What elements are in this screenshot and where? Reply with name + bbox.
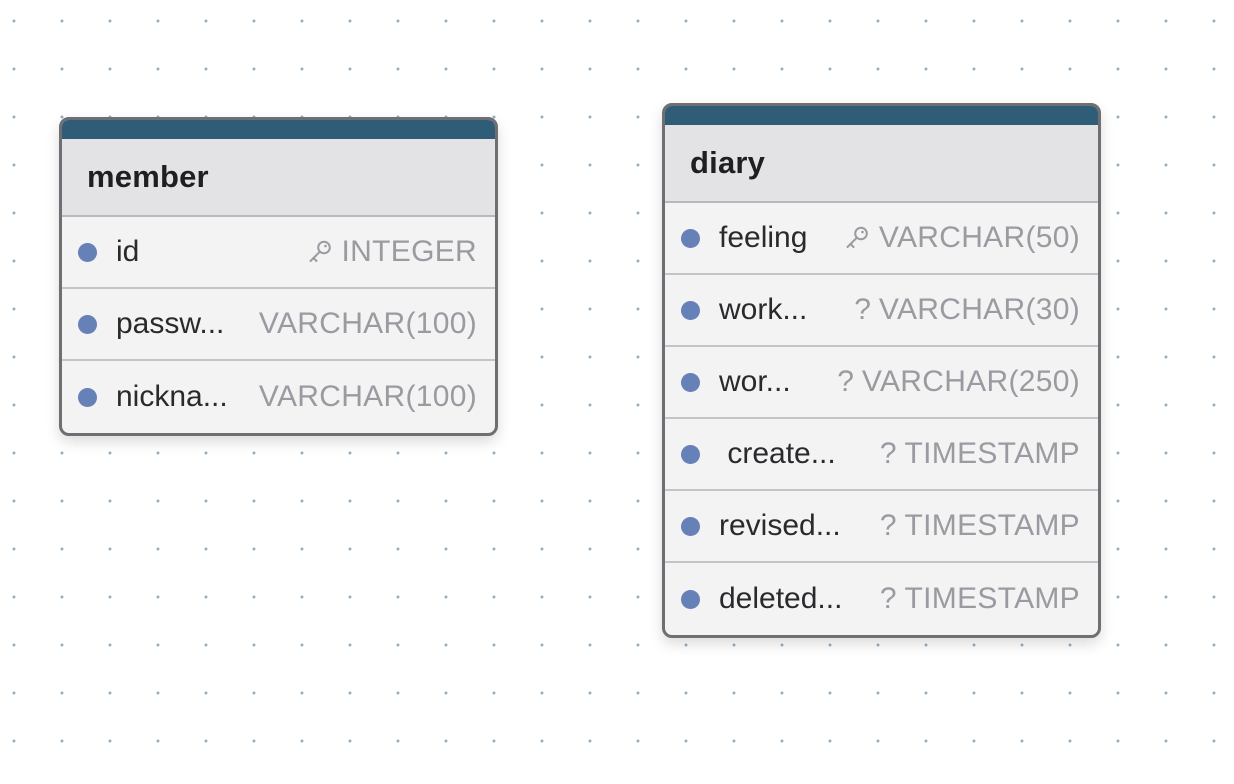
column-name: create... <box>719 437 836 470</box>
column-type: TIMESTAMP <box>904 582 1080 615</box>
column-name: feeling <box>719 221 808 254</box>
column-type: VARCHAR(100) <box>258 380 477 413</box>
column-meta: ? TIMESTAMP <box>880 437 1080 471</box>
table-diary[interactable]: diary feeling VARCHAR(50) work... ? VARC… <box>662 103 1101 638</box>
column-dot-icon <box>681 372 700 392</box>
column-row-nickname[interactable]: nickna... VARCHAR(100) <box>62 361 495 433</box>
column-type: VARCHAR(50) <box>878 221 1080 254</box>
key-icon <box>843 224 871 252</box>
column-dot-icon <box>78 314 97 334</box>
column-name: revised... <box>719 509 841 542</box>
column-dot-icon <box>78 242 97 262</box>
column-row-revised[interactable]: revised... ? TIMESTAMP <box>665 491 1098 563</box>
column-type: TIMESTAMP <box>904 437 1080 470</box>
column-dot-icon <box>681 444 700 464</box>
column-row-work-2[interactable]: wor... ? VARCHAR(250) <box>665 347 1098 419</box>
table-color-bar <box>62 120 495 139</box>
column-list: id INTEGER passw... VARCHAR(100) nickna.… <box>62 217 495 433</box>
nullable-mark: ? <box>879 509 897 542</box>
column-row-work-1[interactable]: work... ? VARCHAR(30) <box>665 275 1098 347</box>
table-header[interactable]: diary <box>665 125 1098 203</box>
column-name: wor... <box>719 365 791 398</box>
table-member[interactable]: member id INTEGER passw... VARCHAR(100) … <box>59 117 498 436</box>
column-name: id <box>116 235 140 268</box>
column-list: feeling VARCHAR(50) work... ? VARCHAR(30… <box>665 203 1098 635</box>
column-meta: ? VARCHAR(30) <box>854 293 1080 327</box>
column-row-feeling[interactable]: feeling VARCHAR(50) <box>665 203 1098 275</box>
column-meta: ? VARCHAR(250) <box>837 365 1080 399</box>
column-name: work... <box>719 293 808 326</box>
column-dot-icon <box>681 589 700 609</box>
table-header[interactable]: member <box>62 139 495 217</box>
column-type: TIMESTAMP <box>904 509 1080 542</box>
column-dot-icon <box>681 228 700 248</box>
nullable-mark: ? <box>879 437 897 470</box>
column-dot-icon <box>78 387 97 407</box>
column-meta: ? TIMESTAMP <box>880 509 1080 543</box>
table-name: member <box>87 159 209 194</box>
column-meta: INTEGER <box>306 235 477 269</box>
column-row-deleted[interactable]: deleted... ? TIMESTAMP <box>665 563 1098 635</box>
column-name: nickna... <box>116 380 228 413</box>
column-row-created[interactable]: create... ? TIMESTAMP <box>665 419 1098 491</box>
nullable-mark: ? <box>879 582 897 615</box>
column-meta: VARCHAR(50) <box>843 221 1080 255</box>
diagram-canvas[interactable]: member id INTEGER passw... VARCHAR(100) … <box>0 0 1234 784</box>
nullable-mark: ? <box>854 293 871 326</box>
nullable-mark: ? <box>837 365 854 398</box>
column-meta: ? TIMESTAMP <box>880 582 1080 616</box>
column-dot-icon <box>681 516 700 536</box>
table-name: diary <box>690 145 766 180</box>
column-type: VARCHAR(30) <box>878 293 1080 326</box>
column-name: deleted... <box>719 582 843 615</box>
table-color-bar <box>665 106 1098 125</box>
column-row-id[interactable]: id INTEGER <box>62 217 495 289</box>
column-type: VARCHAR(100) <box>258 307 477 340</box>
column-row-password[interactable]: passw... VARCHAR(100) <box>62 289 495 361</box>
column-meta: VARCHAR(100) <box>259 380 477 414</box>
column-dot-icon <box>681 300 700 320</box>
column-type: VARCHAR(250) <box>861 365 1080 398</box>
key-icon <box>306 238 334 266</box>
column-type: INTEGER <box>341 235 477 268</box>
column-name: passw... <box>116 307 225 340</box>
column-meta: VARCHAR(100) <box>259 307 477 341</box>
